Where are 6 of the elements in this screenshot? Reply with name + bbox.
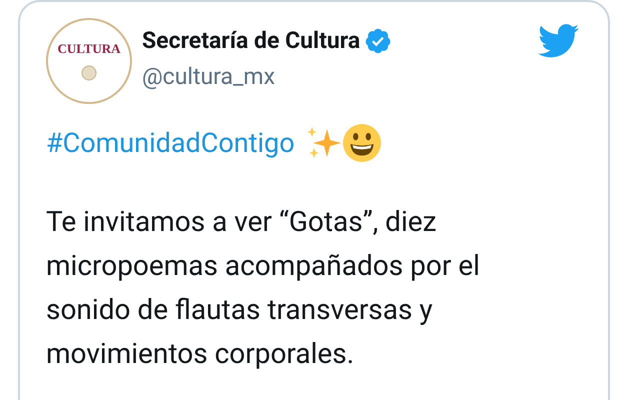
grinning-face-icon: [342, 124, 381, 162]
bird-logo-icon: [538, 24, 580, 58]
avatar-logo-text: CULTURA: [57, 42, 121, 54]
account-name[interactable]: Secretaría de Cultura: [142, 26, 360, 56]
account-handle: @cultura_mx: [142, 62, 276, 92]
tweet-text: Te invitamos a ver “Gotas”, diez micropoemas acompañados por el sonido de flautas transversas y movimientos corporales.: [46, 204, 481, 372]
